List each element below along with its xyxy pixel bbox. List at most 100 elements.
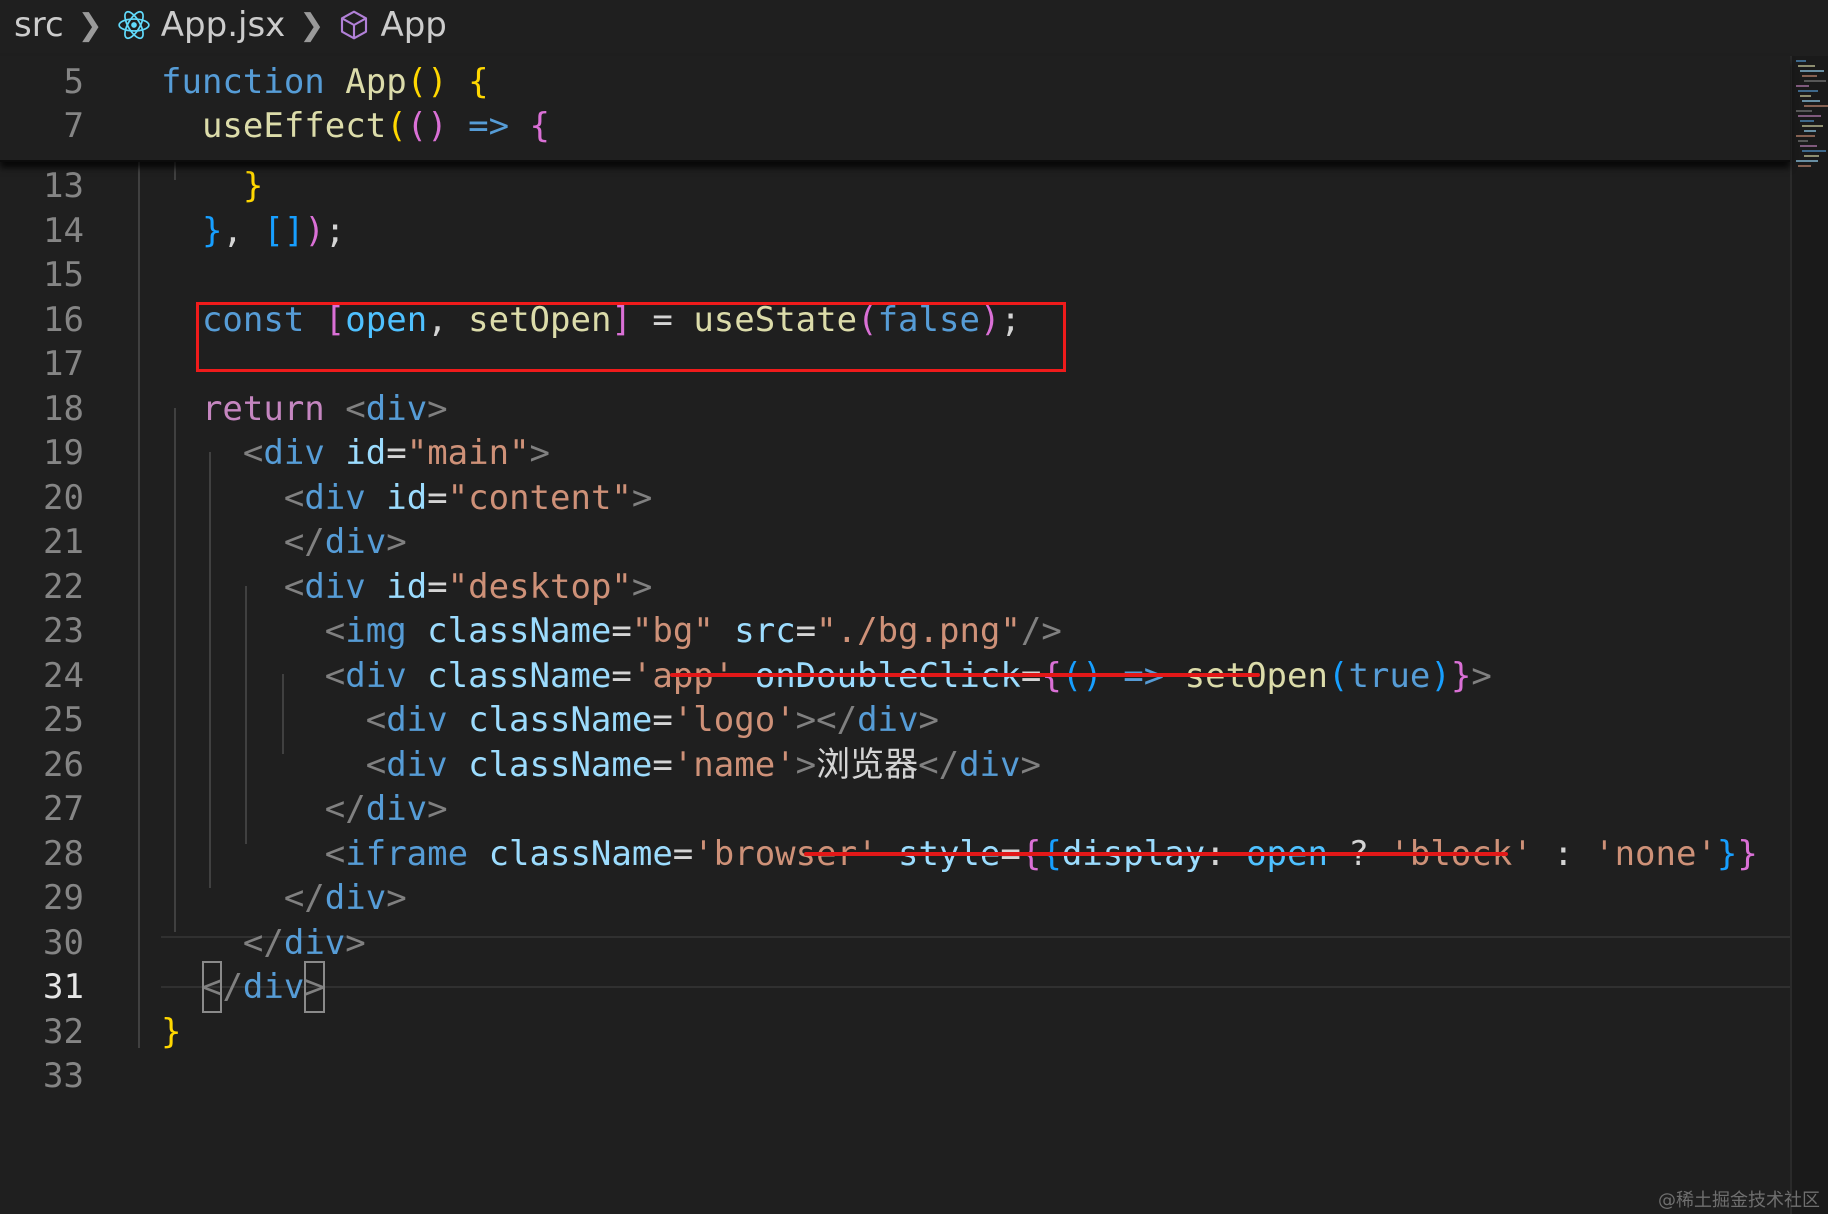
sticky-scroll-header[interactable]: 5 function App() {7 useEffect(() => {	[0, 56, 1790, 162]
minimap-line	[1798, 65, 1815, 67]
code-token: >	[1471, 655, 1492, 696]
code-token: div	[959, 744, 1021, 785]
code-token: div	[365, 789, 428, 829]
minimap-line	[1804, 130, 1816, 132]
line-number: 33	[43, 1056, 84, 1096]
breadcrumb: src ❯ App.jsx ❯ App	[0, 0, 1828, 50]
code-token: >	[529, 433, 551, 473]
code-token: ></	[795, 700, 858, 740]
breadcrumb-folder[interactable]: src	[14, 5, 64, 45]
code-token: >	[386, 878, 407, 918]
minimap-line	[1802, 125, 1823, 127]
code-token: App	[345, 62, 407, 102]
code-token: "./bg.png"	[816, 611, 1021, 651]
code-token: div	[242, 967, 305, 1007]
code-token: )	[1430, 655, 1451, 696]
code-token: div	[304, 566, 366, 607]
code-token: []	[263, 210, 305, 251]
code-token: =	[652, 744, 673, 785]
code-token: div	[263, 433, 325, 473]
code-token: =	[427, 566, 448, 607]
code-token: >	[631, 566, 653, 607]
code-token: div	[324, 522, 387, 562]
code-token: >	[795, 744, 817, 785]
minimap-line	[1802, 150, 1826, 152]
code-token: className	[468, 700, 653, 740]
code-token: function	[161, 62, 325, 102]
code-token: src	[734, 611, 796, 651]
breadcrumb-symbol[interactable]: App	[338, 5, 447, 45]
code-token: ()	[406, 62, 448, 102]
minimap-line	[1796, 85, 1809, 87]
code-token: className	[468, 744, 653, 785]
code-token: =	[652, 700, 673, 740]
code-token: </	[242, 922, 284, 963]
code-token: div	[386, 744, 448, 785]
code-token: <	[283, 566, 305, 607]
minimap-line	[1800, 70, 1824, 72]
code-token: }	[1450, 655, 1472, 696]
code-token: =	[795, 611, 817, 651]
code-token: }	[1737, 833, 1758, 874]
minimap-line	[1798, 140, 1808, 142]
breadcrumb-file[interactable]: App.jsx	[117, 5, 286, 45]
code-token: 'logo'	[672, 700, 796, 740]
code-token: return	[201, 388, 325, 429]
code-token: div	[857, 700, 919, 740]
code-token: =	[611, 655, 632, 696]
minimap[interactable]	[1790, 56, 1828, 1214]
code-token: (	[1327, 655, 1349, 696]
code-token: "main"	[406, 433, 530, 473]
minimap-line	[1804, 105, 1828, 107]
code-line[interactable]: 33	[0, 1050, 1790, 1102]
breadcrumb-symbol-label: App	[380, 5, 447, 45]
chevron-right-icon: ❯	[77, 7, 103, 43]
code-token: ()	[406, 106, 448, 146]
chevron-right-icon: ❯	[299, 7, 325, 43]
code-token: />	[1020, 611, 1062, 651]
code-line[interactable]: 7 useEffect(() => {	[0, 100, 1790, 152]
minimap-line	[1800, 95, 1811, 97]
code-token: <	[242, 433, 264, 473]
code-token: id	[345, 433, 387, 473]
code-editor[interactable]: 13 } 14 }, []); 15 16 const [open, setOpen]…	[0, 56, 1790, 1214]
code-token: 'none'	[1594, 833, 1717, 874]
breadcrumb-file-label: App.jsx	[160, 5, 286, 45]
code-token: ,	[222, 210, 264, 251]
underline-annotation	[804, 852, 1508, 856]
minimap-line	[1800, 120, 1814, 122]
code-token: }	[1716, 833, 1738, 874]
code-token: >	[386, 522, 407, 562]
code-token: <	[345, 388, 366, 429]
minimap-line	[1804, 155, 1819, 157]
code-token: 'name'	[672, 744, 796, 785]
code-token: img	[345, 611, 407, 651]
code-token: <	[365, 744, 387, 785]
code-token: "content"	[447, 477, 632, 518]
code-token: =	[672, 833, 694, 874]
code-token: </	[283, 878, 325, 918]
code-text: useEffect(() => {	[161, 100, 550, 152]
code-token: =	[611, 611, 632, 651]
watermark: @稀土掘金技术社区	[1658, 1190, 1820, 1211]
minimap-line	[1796, 60, 1806, 62]
